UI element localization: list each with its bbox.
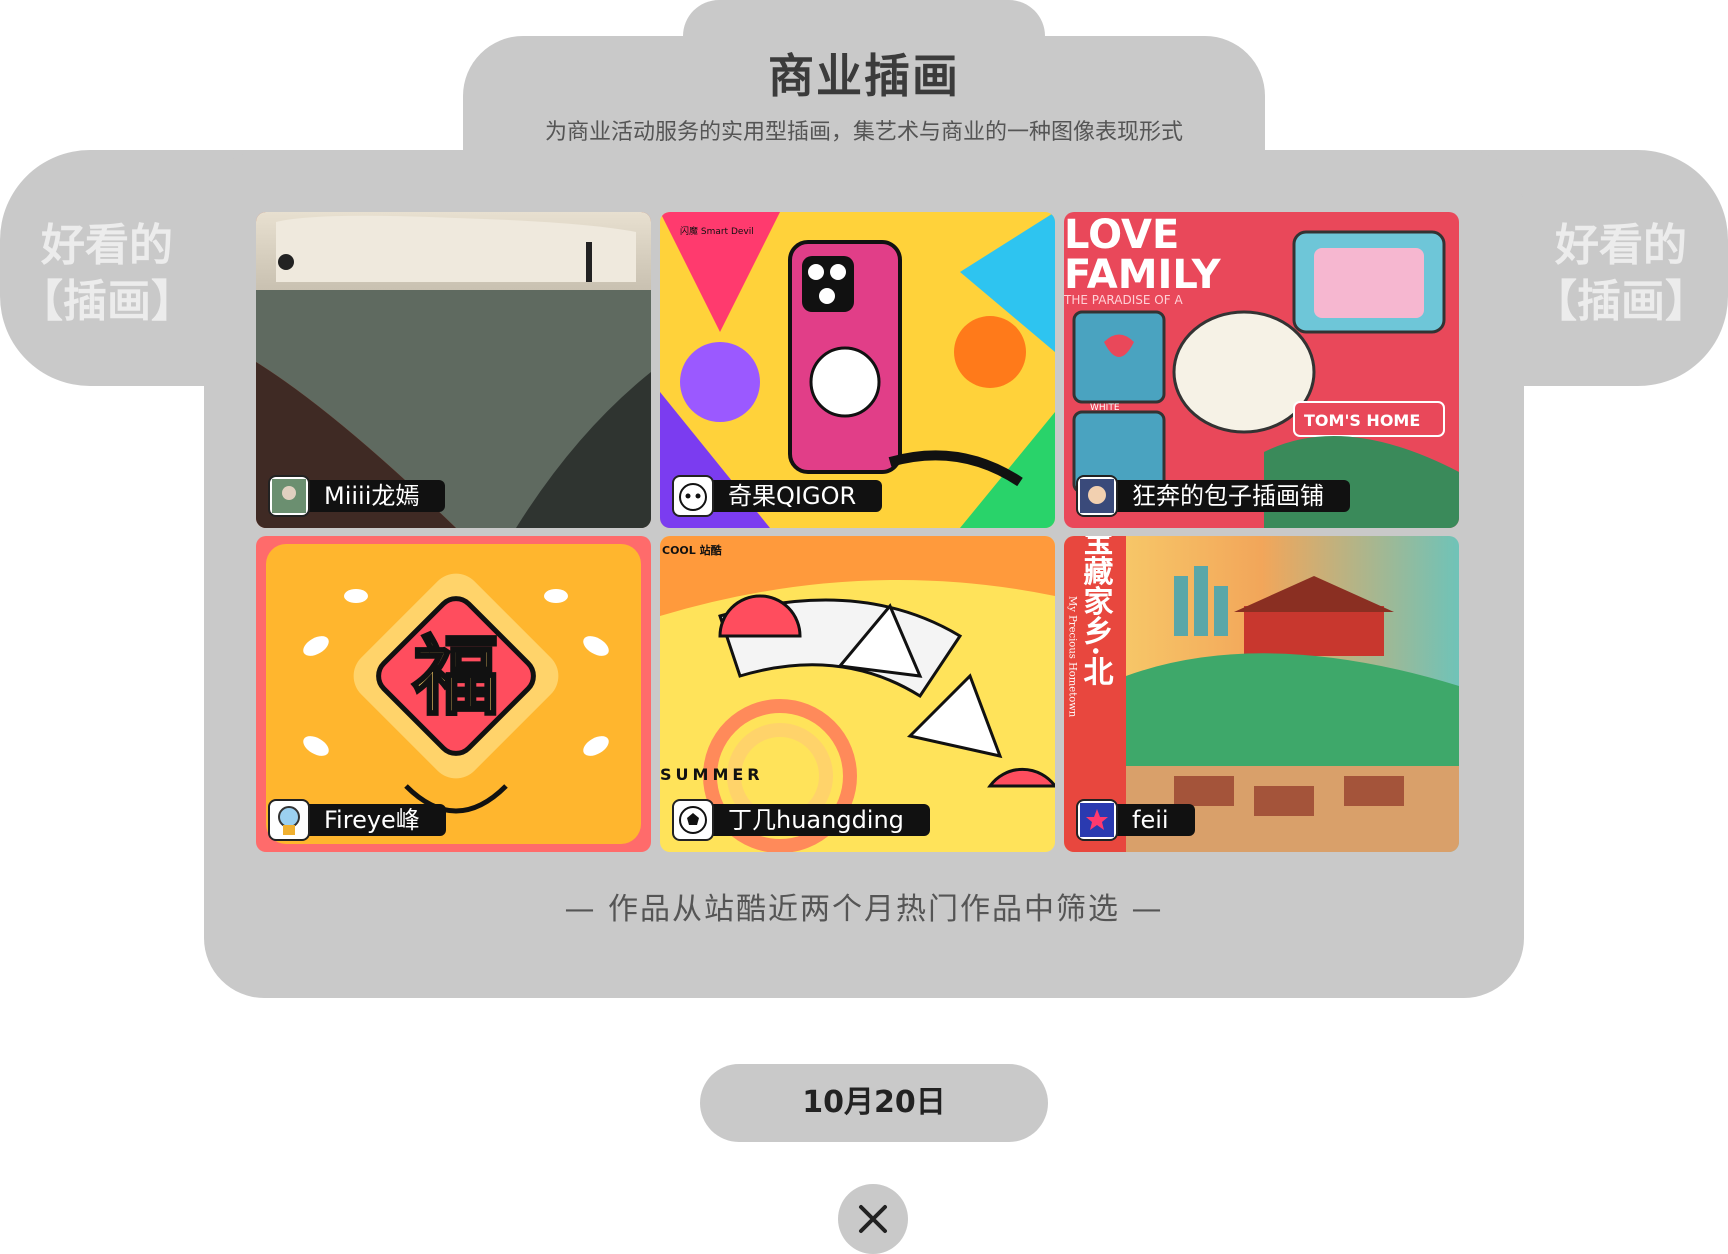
author-name[interactable]: 奇果QIGOR [708, 480, 883, 512]
toms-home-text: TOM'S HOME [1304, 411, 1420, 430]
author-tag: Miiii龙嫣 [268, 475, 446, 517]
portrait-avatar-icon [268, 475, 310, 517]
character-avatar-icon [1076, 475, 1118, 517]
page-title: 商业插画 [768, 49, 960, 103]
author-tag: Fireye峰 [268, 799, 446, 841]
fu-character: 福 [412, 627, 499, 727]
soccer-ball-avatar-icon [672, 799, 714, 841]
gallery-card-6[interactable]: 我的宝藏家乡·北 My Precious Hometown feii [1064, 536, 1459, 852]
side-label-line2: 【插画】 [1533, 276, 1709, 327]
close-button[interactable] [838, 1184, 908, 1254]
side-label-right: 好看的 【插画】 [1526, 218, 1716, 330]
summer-text: SUMMER [660, 765, 764, 784]
author-tag: feii [1076, 799, 1195, 841]
hometown-title: 我的宝藏家乡·北 [1078, 536, 1114, 687]
paradise-text: THE PARADISE OF A [1064, 293, 1183, 307]
author-name[interactable]: Fireye峰 [304, 804, 446, 836]
page-subtitle: 为商业活动服务的实用型插画，集艺术与商业的一种图像表现形式 [544, 120, 1183, 145]
family-text: FAMILY [1064, 252, 1222, 298]
white-text: WHITE [1090, 403, 1120, 413]
date-pill: 10月20日 [700, 1064, 1048, 1142]
gallery-card-5[interactable]: SUMMER COOL 站酷 丁几huangding [660, 536, 1055, 852]
brand-text: 闪魔 Smart Devil [680, 225, 754, 237]
author-name[interactable]: Miiii龙嫣 [304, 480, 446, 512]
side-label-line2: 【插画】 [19, 276, 195, 327]
gallery-card-2[interactable]: 闪魔 Smart Devil 奇果QIGOR [660, 212, 1055, 528]
author-tag: 奇果QIGOR [672, 475, 883, 517]
author-tag: 丁几huangding [672, 799, 930, 841]
author-name[interactable]: 丁几huangding [708, 804, 930, 836]
footnote-text: — 作品从站酷近两个月热门作品中筛选 — [564, 892, 1164, 927]
cat-face-avatar-icon [672, 475, 714, 517]
gallery-card-1[interactable]: Miiii龙嫣 [256, 212, 651, 528]
side-label-left: 好看的 【插画】 [12, 218, 202, 330]
author-name[interactable]: feii [1112, 804, 1195, 836]
hometown-subtitle: My Precious Hometown [1067, 596, 1078, 718]
author-name[interactable]: 狂奔的包子插画铺 [1112, 480, 1350, 512]
author-tag: 狂奔的包子插画铺 [1076, 475, 1350, 517]
close-icon [859, 1205, 887, 1233]
star-avatar-icon [1076, 799, 1118, 841]
gallery-card-3[interactable]: LOVE FAMILY THE PARADISE OF A WHITE TOM'… [1064, 212, 1459, 528]
gallery-card-4[interactable]: 福 Fireye峰 [256, 536, 651, 852]
side-label-line1: 好看的 [41, 220, 173, 271]
astronaut-avatar-icon [268, 799, 310, 841]
side-label-line1: 好看的 [1555, 220, 1687, 271]
brand-text: COOL 站酷 [662, 543, 722, 557]
